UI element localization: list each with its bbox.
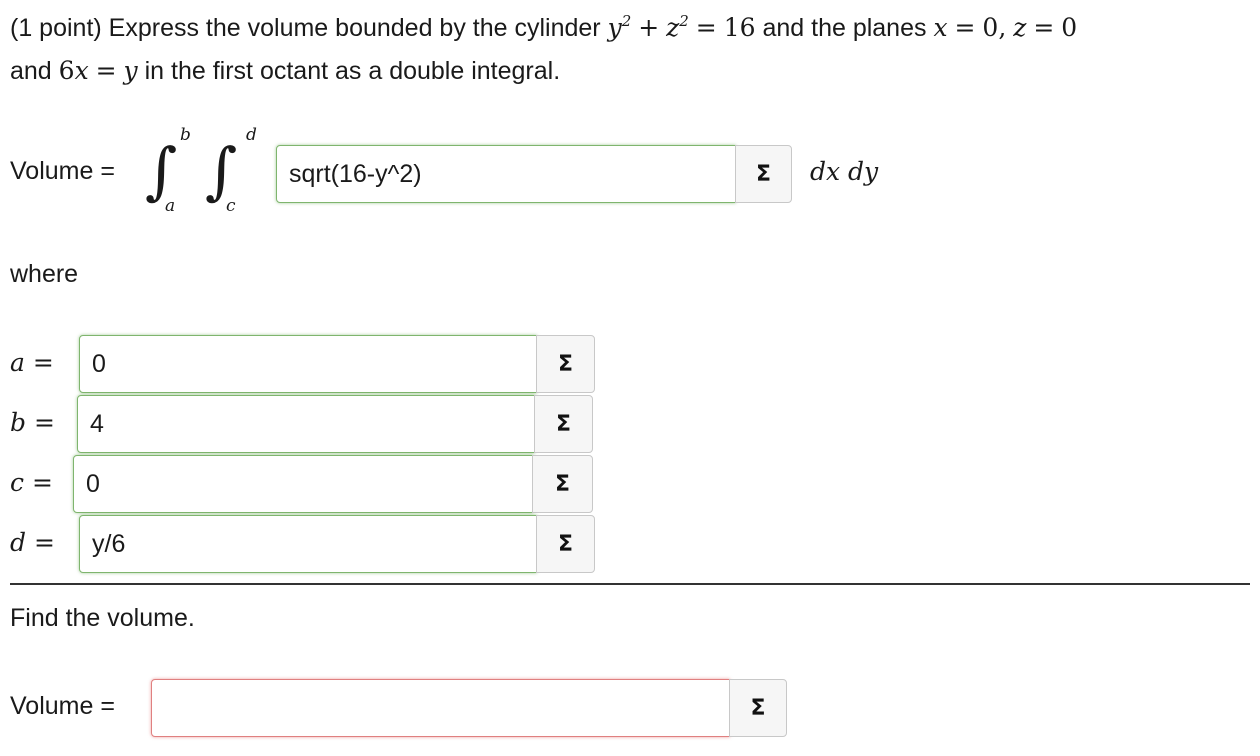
where-label: where	[10, 260, 79, 288]
problem-text-3: in the first octant as a double integral…	[144, 57, 561, 85]
equals-sign: =	[695, 13, 717, 42]
sigma-icon[interactable]: Σ	[735, 145, 792, 203]
number-0: 0	[1061, 13, 1078, 42]
limit-c-label: c =	[10, 468, 53, 497]
limit-c-input[interactable]	[73, 455, 533, 513]
section-divider	[10, 583, 1250, 585]
equals-sign: =	[1033, 13, 1055, 42]
inner-upper-limit: d	[246, 125, 257, 145]
exp-2: 2	[621, 12, 632, 30]
outer-integral-sign: ∫	[145, 134, 178, 207]
sigma-icon[interactable]: Σ	[536, 335, 595, 393]
plus-sign: +	[638, 13, 660, 42]
number-0: 0	[982, 13, 999, 42]
limit-d-input[interactable]	[79, 515, 537, 573]
limit-b-input[interactable]	[77, 395, 535, 453]
var-z: z	[666, 13, 680, 42]
exp-2: 2	[679, 12, 689, 30]
outer-upper-limit: b	[180, 125, 191, 145]
comma: ,	[998, 13, 1007, 42]
equals-sign: =	[95, 56, 117, 85]
sigma-icon[interactable]: Σ	[532, 455, 593, 513]
volume-answer-input[interactable]	[151, 679, 730, 737]
limit-a-input[interactable]	[79, 335, 537, 393]
equals-sign: =	[954, 13, 976, 42]
points-label: (1 point)	[10, 14, 102, 42]
limit-b-label: b =	[10, 408, 55, 437]
and-word: and	[10, 57, 52, 85]
number-16: 16	[723, 13, 756, 42]
var-x: x	[74, 56, 89, 85]
limit-d-label: d =	[10, 528, 55, 557]
inner-integral-sign: ∫	[205, 134, 238, 207]
sigma-icon[interactable]: Σ	[534, 395, 593, 453]
volume-answer-label: Volume =	[10, 692, 115, 720]
problem-text-1: Express the volume bounded by the cylind…	[108, 14, 601, 42]
volume-label: Volume =	[10, 157, 115, 185]
sigma-icon[interactable]: Σ	[536, 515, 595, 573]
inner-lower-limit: c	[226, 196, 236, 216]
sigma-icon[interactable]: Σ	[729, 679, 787, 737]
find-volume-text: Find the volume.	[10, 604, 195, 632]
integrand-input[interactable]	[276, 145, 736, 203]
number-6: 6	[58, 56, 75, 85]
differentials: dx dy	[810, 157, 879, 186]
limit-a-label: a =	[10, 348, 54, 377]
var-x: x	[933, 13, 948, 42]
var-y: y	[123, 56, 138, 85]
problem-text-2: and the planes	[762, 14, 927, 42]
var-z: z	[1013, 13, 1027, 42]
var-y: y	[607, 13, 622, 42]
problem-statement: (1 point) Express the volume bounded by …	[10, 8, 1250, 91]
outer-lower-limit: a	[165, 196, 176, 216]
